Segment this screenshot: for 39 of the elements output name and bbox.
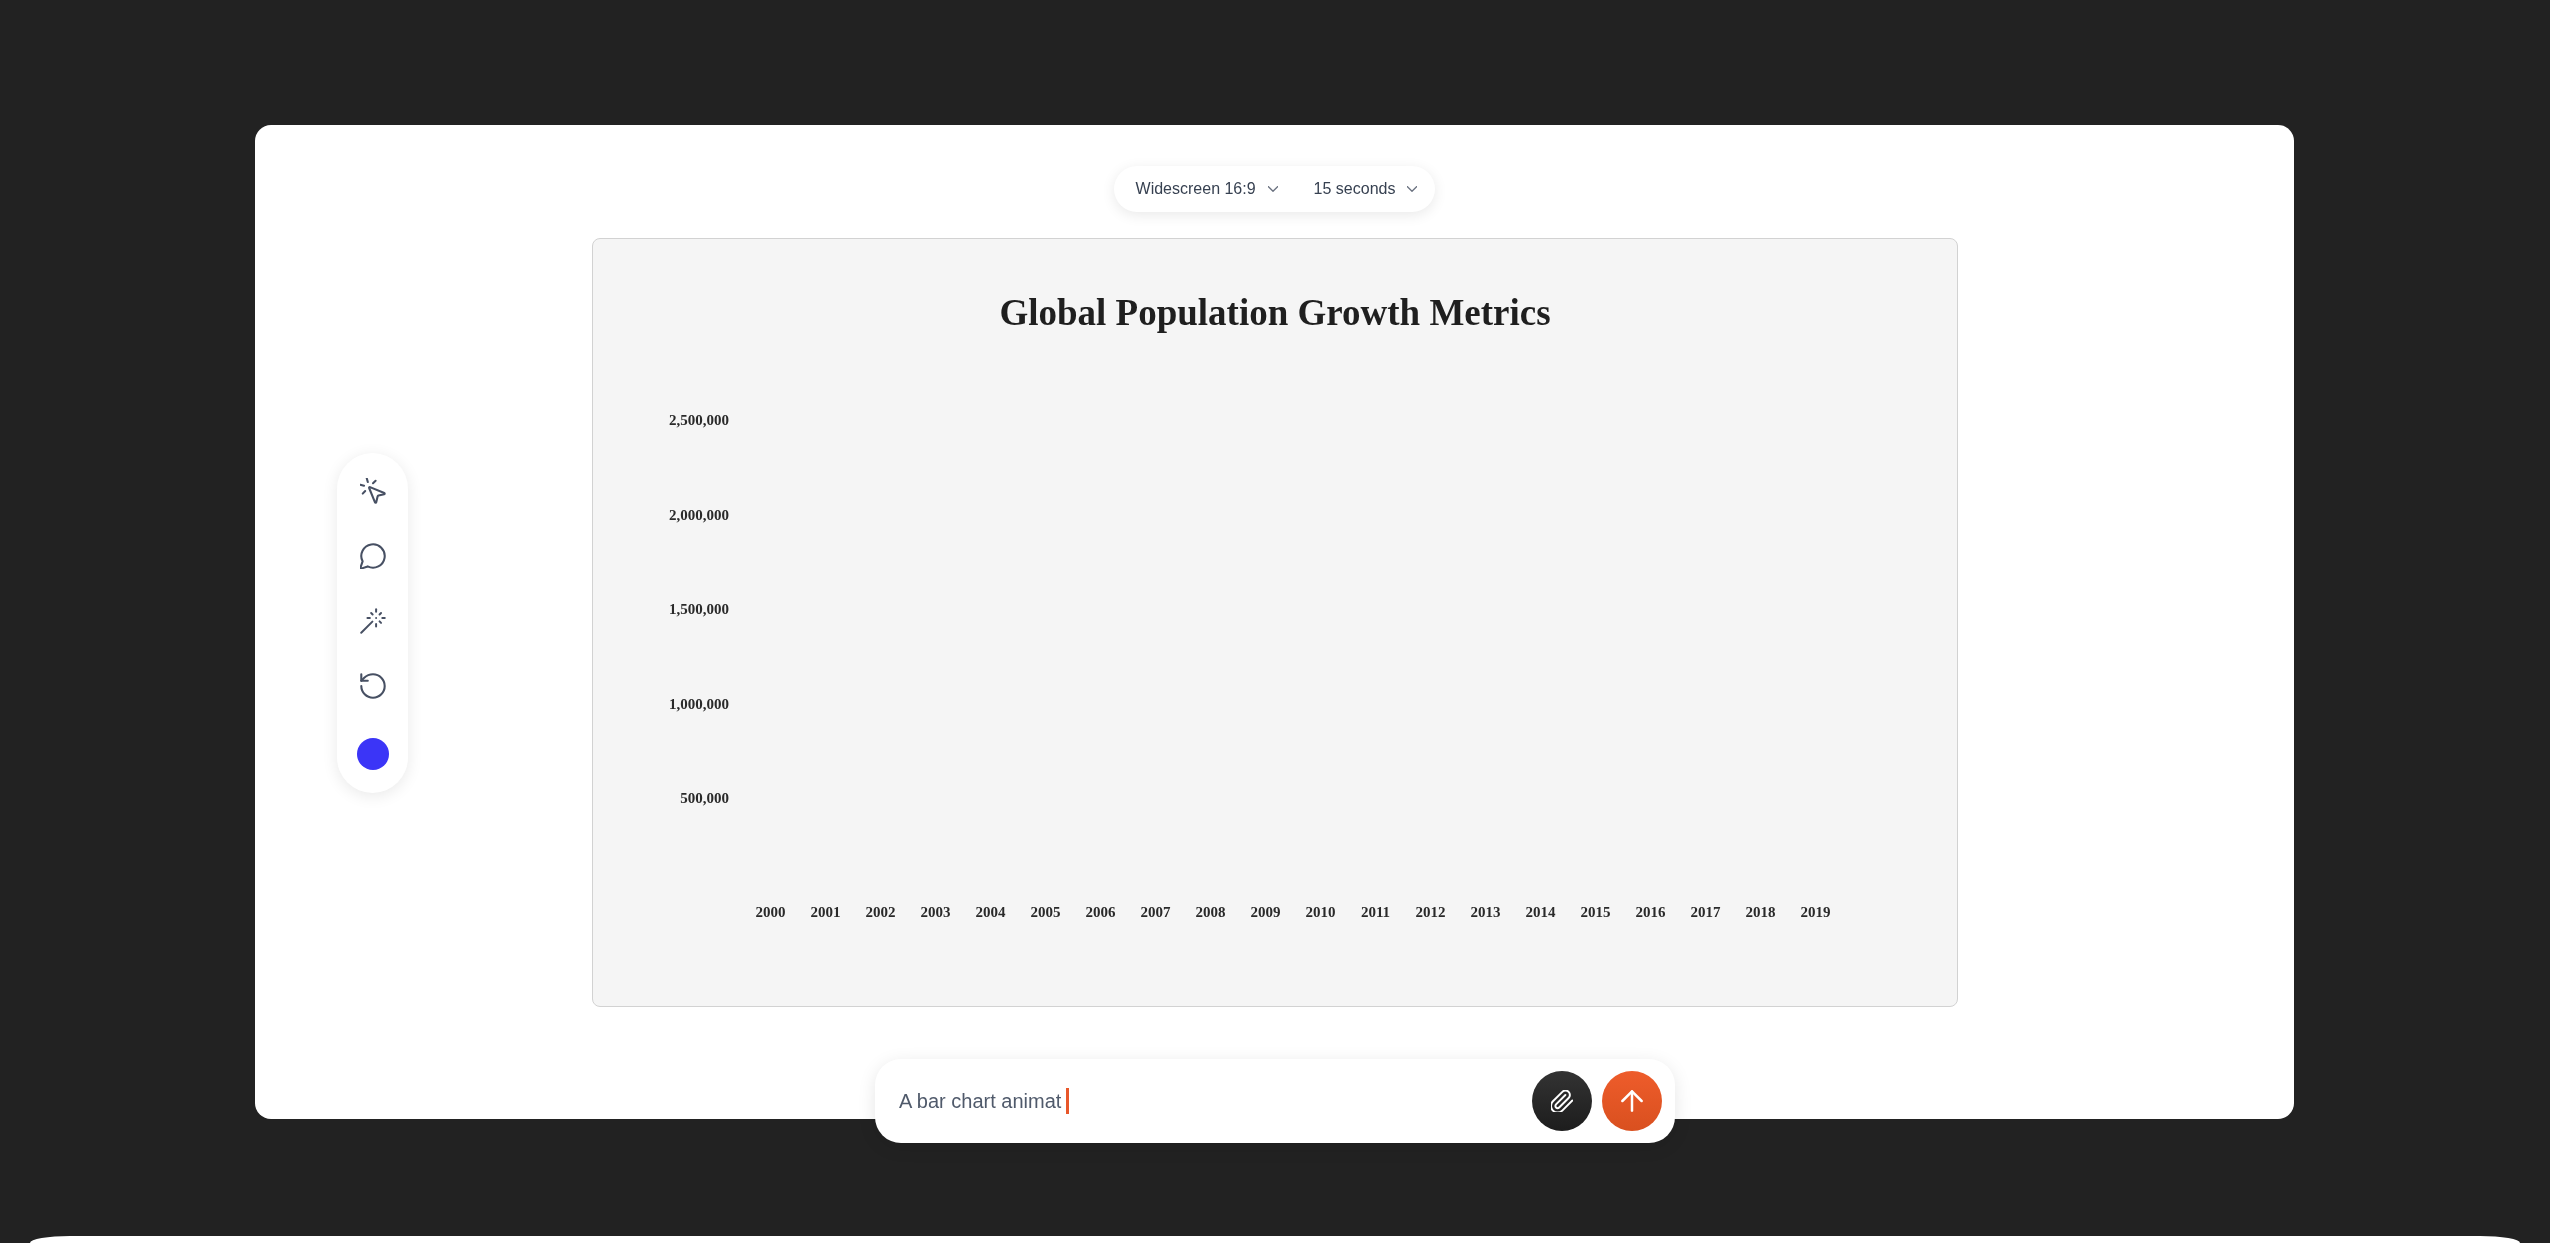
dropdown-button[interactable]: 15 seconds	[1313, 180, 1418, 198]
x-axis-label: 2011	[1360, 904, 1391, 921]
x-axis-label: 2017	[1690, 904, 1721, 921]
cursor-sparkle-icon[interactable]	[359, 477, 386, 504]
x-axis-label: 2008	[1195, 904, 1226, 921]
undo-icon[interactable]	[359, 672, 386, 699]
color-swatch-icon[interactable]	[356, 737, 389, 770]
y-axis-label: 500,000	[680, 790, 729, 807]
x-axis-label: 2006	[1085, 904, 1116, 921]
x-axis-label: 2009	[1250, 904, 1281, 921]
chevron-down-icon	[1407, 186, 1418, 192]
y-axis-label: 2,500,000	[669, 412, 729, 429]
x-axis-label: 2013	[1470, 904, 1501, 921]
x-axis-label: 2015	[1580, 904, 1611, 921]
paperclip-icon	[1551, 1090, 1573, 1112]
x-axis-label: 2019	[1800, 904, 1831, 921]
x-axis-label: 2007	[1140, 904, 1171, 921]
attach-button[interactable]	[1532, 1071, 1592, 1131]
x-axis-label: 2001	[810, 904, 841, 921]
x-axis-label: 2002	[865, 904, 896, 921]
y-axis-label: 2,000,000	[669, 506, 729, 523]
x-axis-label: 2014	[1525, 904, 1556, 921]
x-axis-label: 2018	[1745, 904, 1776, 921]
speech-bubble-icon[interactable]	[359, 542, 386, 569]
prompt-input[interactable]: A bar chart animat	[899, 1081, 1522, 1121]
send-button[interactable]	[1602, 1071, 1662, 1131]
y-axis-label: 1,000,000	[669, 695, 729, 712]
x-axis-label: 2000	[755, 904, 786, 921]
x-axis-label: 2010	[1305, 904, 1336, 921]
chart-title: Global Population Growth Metrics	[999, 291, 1551, 335]
x-axis-label: 2012	[1415, 904, 1446, 921]
x-axis-label: 2004	[975, 904, 1006, 921]
chevron-down-icon	[1267, 186, 1278, 192]
x-axis-label: 2005	[1030, 904, 1061, 921]
x-axis-label: 2016	[1635, 904, 1666, 921]
dropdown-button[interactable]: Widescreen 16:9	[1135, 180, 1278, 198]
y-axis-label: 1,500,000	[669, 601, 729, 618]
x-axis-label: 2003	[920, 904, 951, 921]
magic-wand-icon[interactable]	[359, 607, 386, 634]
